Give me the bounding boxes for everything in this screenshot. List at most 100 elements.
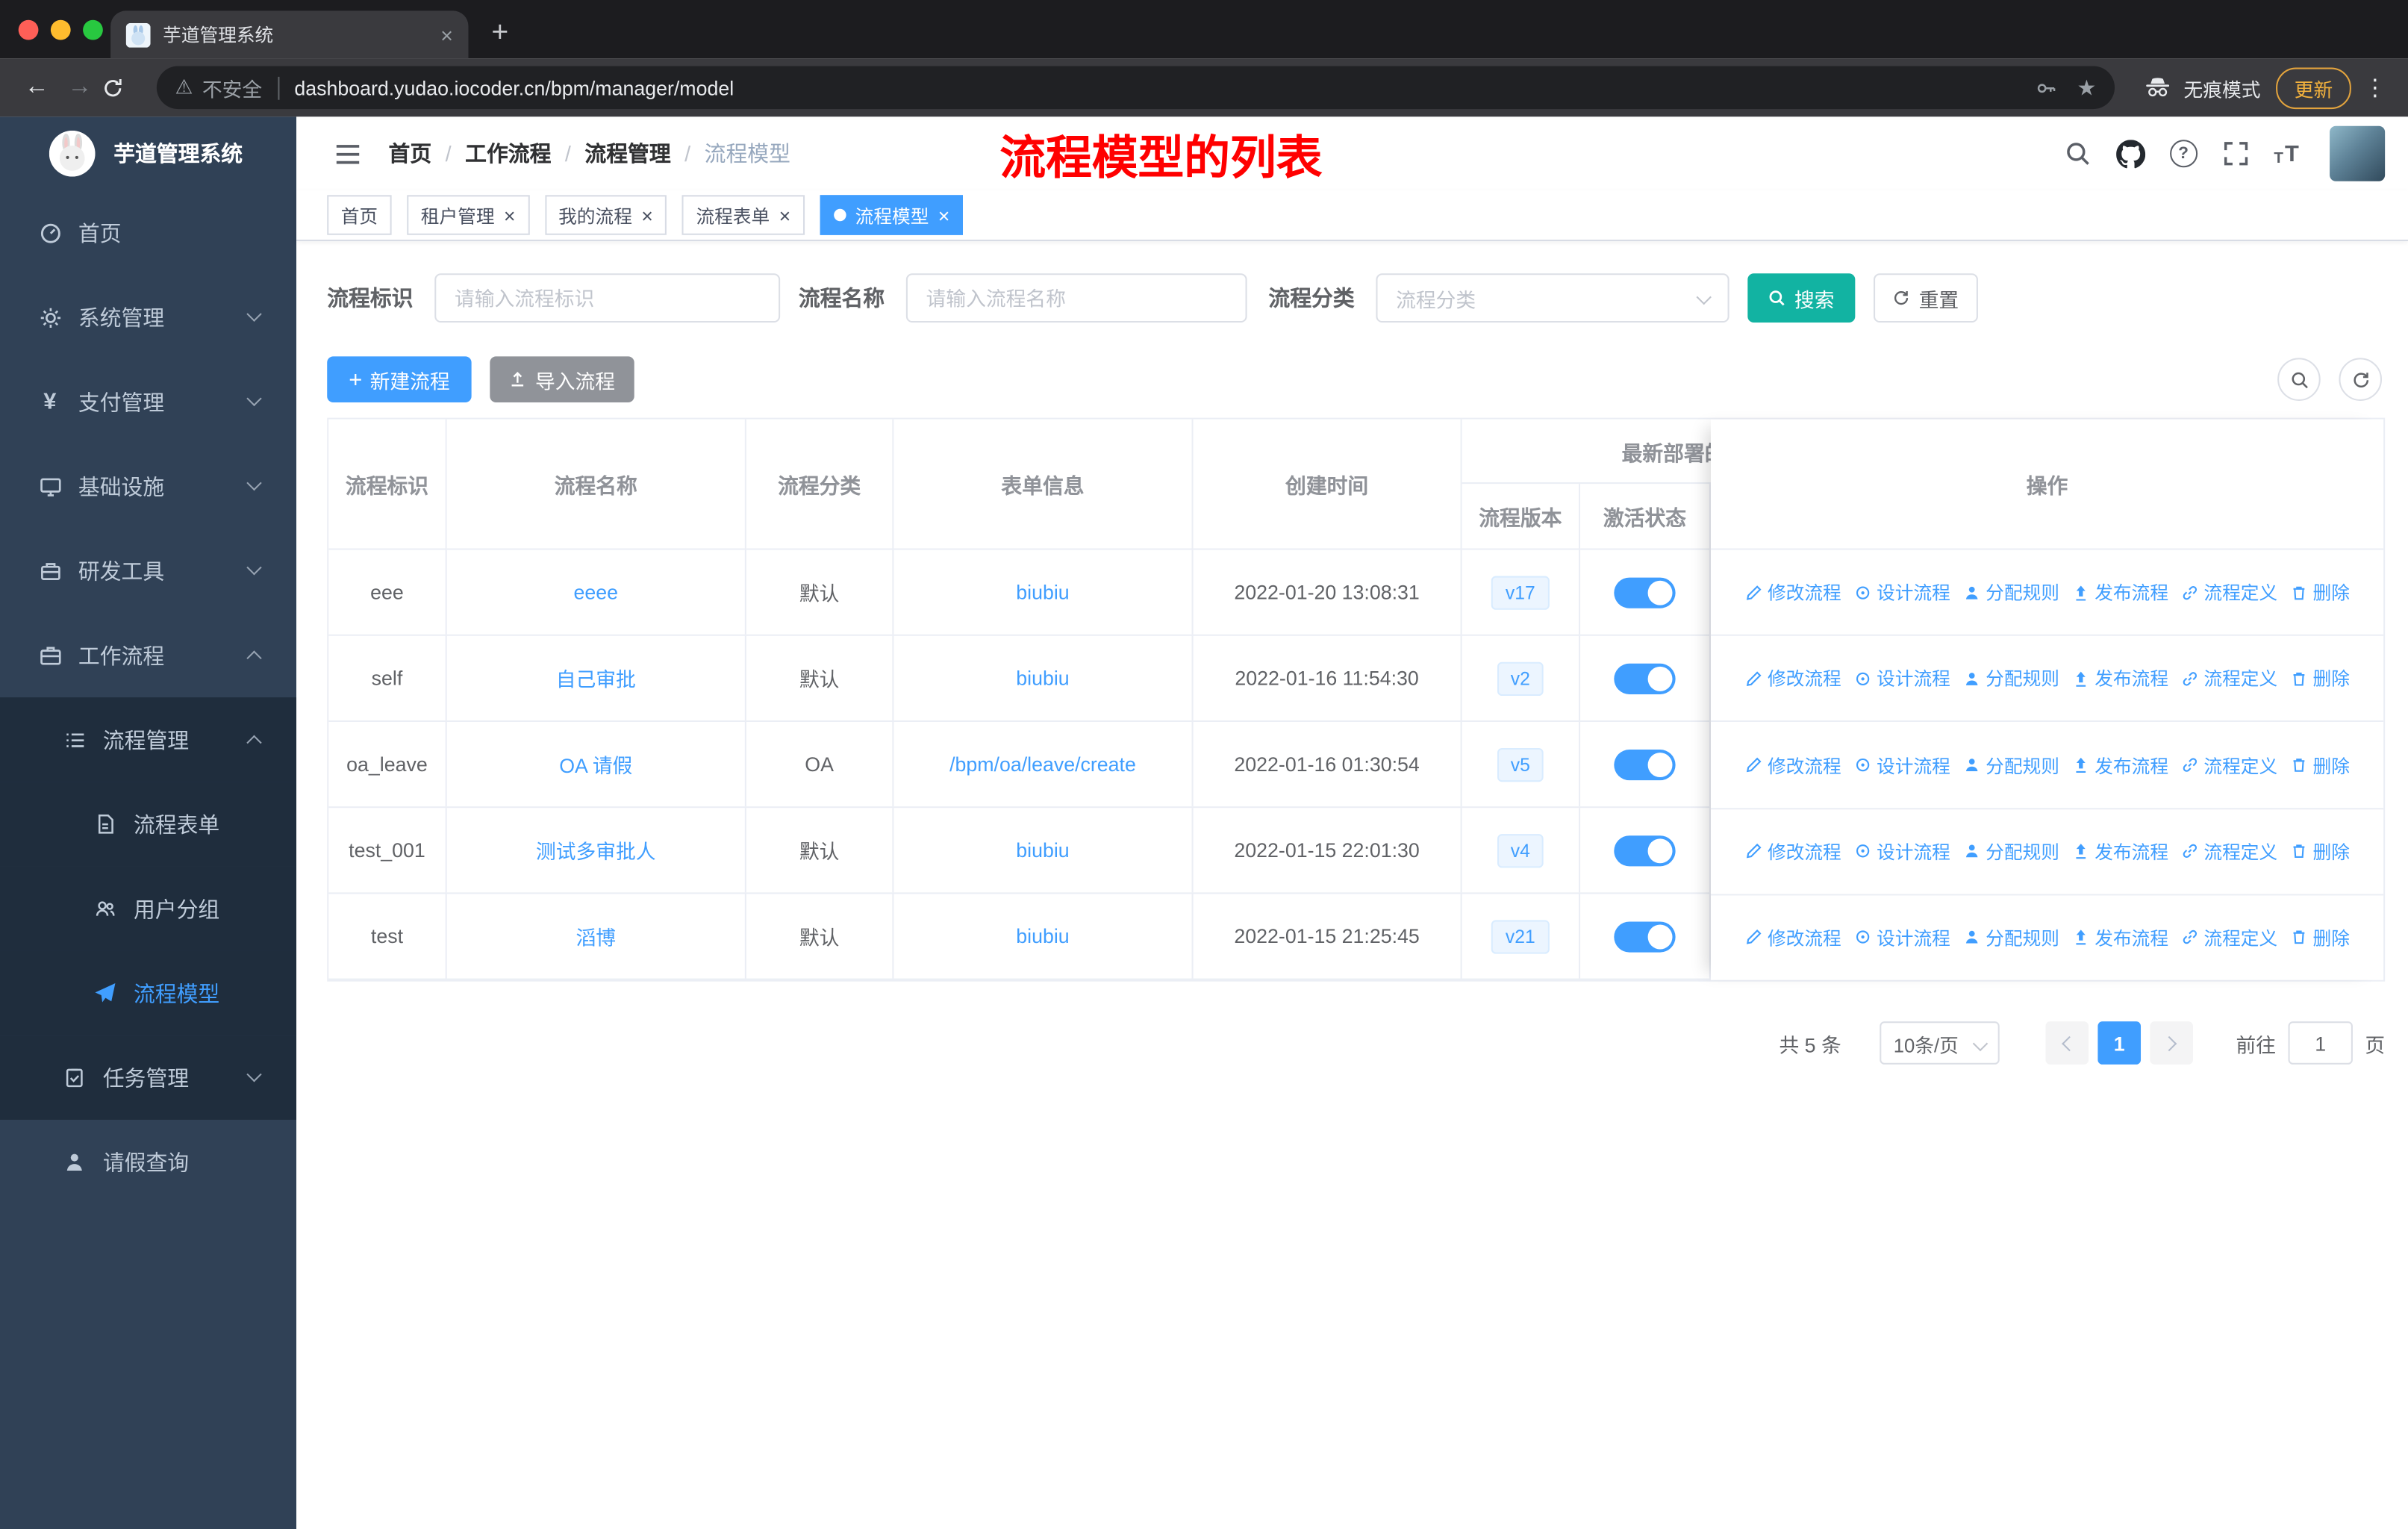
browser-menu-icon[interactable]: ⋮ [2363,74,2386,102]
assign-rule-action[interactable]: 分配规则 [1962,665,2059,691]
import-process-button[interactable]: 导入流程 [490,356,634,403]
tag-process-form[interactable]: 流程表单 × [681,195,805,235]
form-info-link[interactable]: biubiu [1016,925,1069,948]
sidebar-item-system[interactable]: 系统管理 [0,275,296,359]
design-process-action[interactable]: 设计流程 [1853,665,1950,691]
maximize-window-button[interactable] [83,19,103,40]
active-toggle[interactable] [1614,835,1676,866]
refresh-table-icon[interactable] [2339,358,2383,401]
collapse-sidebar-icon[interactable] [333,139,362,168]
url-text[interactable]: dashboard.yudao.iocoder.cn/bpm/manager/m… [294,76,2017,99]
back-icon[interactable]: ← [16,74,59,102]
sidebar-item-infra[interactable]: 基础设施 [0,444,296,529]
publish-process-action[interactable]: 发布流程 [2071,665,2168,691]
search-icon[interactable] [2064,140,2092,167]
sidebar-item-user-group[interactable]: 用户分组 [0,866,297,951]
process-name-link[interactable]: 测试多审批人 [536,835,656,865]
search-button[interactable]: 搜索 [1747,273,1856,323]
process-definition-action[interactable]: 流程定义 [2181,665,2277,691]
process-definition-action[interactable]: 流程定义 [2181,579,2277,605]
tag-close-icon[interactable]: × [641,205,653,225]
user-avatar[interactable] [2330,125,2386,181]
delete-process-action[interactable]: 删除 [2290,665,2350,691]
breadcrumb-workflow[interactable]: 工作流程 [465,138,551,169]
delete-process-action[interactable]: 删除 [2290,924,2350,950]
publish-process-action[interactable]: 发布流程 [2071,579,2168,605]
sidebar-item-payment[interactable]: ¥ 支付管理 [0,359,296,443]
active-toggle[interactable] [1614,748,1676,780]
update-browser-button[interactable]: 更新 [2276,66,2351,109]
close-window-button[interactable] [18,19,39,40]
font-size-icon[interactable]: T T [2274,140,2298,166]
process-definition-action[interactable]: 流程定义 [2181,924,2277,950]
sidebar-item-workflow[interactable]: 工作流程 [0,613,296,697]
modify-process-action[interactable]: 修改流程 [1744,924,1841,950]
process-name-link[interactable]: OA 请假 [559,750,632,779]
form-info-link[interactable]: biubiu [1016,838,1069,862]
next-page-button[interactable] [2150,1021,2193,1065]
sidebar-item-process-model[interactable]: 流程模型 [0,950,297,1036]
breadcrumb-home[interactable]: 首页 [389,138,432,169]
minimize-window-button[interactable] [50,19,71,40]
assign-rule-action[interactable]: 分配规则 [1962,752,2059,778]
category-select[interactable]: 流程分类 [1376,273,1729,323]
tag-close-icon[interactable]: × [938,205,950,225]
modify-process-action[interactable]: 修改流程 [1744,665,1841,691]
tag-process-model[interactable]: 流程模型 × [820,195,964,235]
fullscreen-icon[interactable] [2221,140,2249,167]
app-logo[interactable]: 芋道管理系统 [0,116,296,190]
address-bar[interactable]: ⚠ 不安全 dashboard.yudao.iocoder.cn/bpm/man… [156,66,2115,110]
assign-rule-action[interactable]: 分配规则 [1962,924,2059,950]
publish-process-action[interactable]: 发布流程 [2071,838,2168,865]
sidebar-item-process-form[interactable]: 流程表单 [0,782,297,867]
active-toggle[interactable] [1614,576,1676,608]
assign-rule-action[interactable]: 分配规则 [1962,579,2059,605]
process-name-link[interactable]: 自己审批 [556,664,636,693]
help-icon[interactable]: ? [2169,140,2198,168]
modify-process-action[interactable]: 修改流程 [1744,579,1841,605]
github-icon[interactable] [2115,139,2145,168]
form-info-link[interactable]: biubiu [1016,581,1069,604]
sidebar-item-process-mgmt[interactable]: 流程管理 [0,697,297,782]
sidebar-item-task-mgmt[interactable]: 任务管理 [0,1035,297,1120]
create-process-button[interactable]: + 新建流程 [327,356,472,403]
security-warning[interactable]: ⚠ 不安全 [175,73,263,102]
process-name-input[interactable] [905,273,1247,323]
process-name-link[interactable]: 滔博 [576,921,616,950]
new-tab-button[interactable]: + [491,12,508,55]
process-definition-action[interactable]: 流程定义 [2181,838,2277,865]
tab-close-icon[interactable]: × [440,22,453,47]
bookmark-star-icon[interactable]: ★ [2077,75,2096,101]
tag-tenant[interactable]: 租户管理 × [407,195,530,235]
tag-my-process[interactable]: 我的流程 × [544,195,667,235]
process-name-link[interactable]: eeee [574,581,619,604]
active-toggle[interactable] [1614,921,1676,952]
reload-icon[interactable] [102,76,145,99]
design-process-action[interactable]: 设计流程 [1853,579,1950,605]
breadcrumb-process-mgmt[interactable]: 流程管理 [584,138,670,169]
modify-process-action[interactable]: 修改流程 [1744,752,1841,778]
process-id-input[interactable] [434,273,781,323]
delete-process-action[interactable]: 删除 [2290,838,2350,865]
goto-page-input[interactable] [2288,1021,2353,1065]
sidebar-item-leave-query[interactable]: 请假查询 [0,1120,296,1204]
browser-tab[interactable]: 芋道管理系统 × [110,10,469,59]
toggle-search-icon[interactable] [2277,358,2321,401]
reset-button[interactable]: 重置 [1874,273,1978,323]
assign-rule-action[interactable]: 分配规则 [1962,838,2059,865]
page-size-select[interactable]: 10条/页 [1880,1021,2000,1065]
sidebar-item-home[interactable]: 首页 [0,190,296,275]
tag-close-icon[interactable]: × [504,205,516,225]
form-info-link[interactable]: /bpm/oa/leave/create [949,753,1136,776]
active-toggle[interactable] [1614,662,1676,694]
prev-page-button[interactable] [2045,1021,2089,1065]
password-key-icon[interactable] [2036,76,2059,99]
form-info-link[interactable]: biubiu [1016,667,1069,690]
design-process-action[interactable]: 设计流程 [1853,924,1950,950]
delete-process-action[interactable]: 删除 [2290,752,2350,778]
publish-process-action[interactable]: 发布流程 [2071,752,2168,778]
publish-process-action[interactable]: 发布流程 [2071,924,2168,950]
page-number-1[interactable]: 1 [2097,1021,2141,1065]
design-process-action[interactable]: 设计流程 [1853,838,1950,865]
sidebar-item-devtools[interactable]: 研发工具 [0,529,296,613]
